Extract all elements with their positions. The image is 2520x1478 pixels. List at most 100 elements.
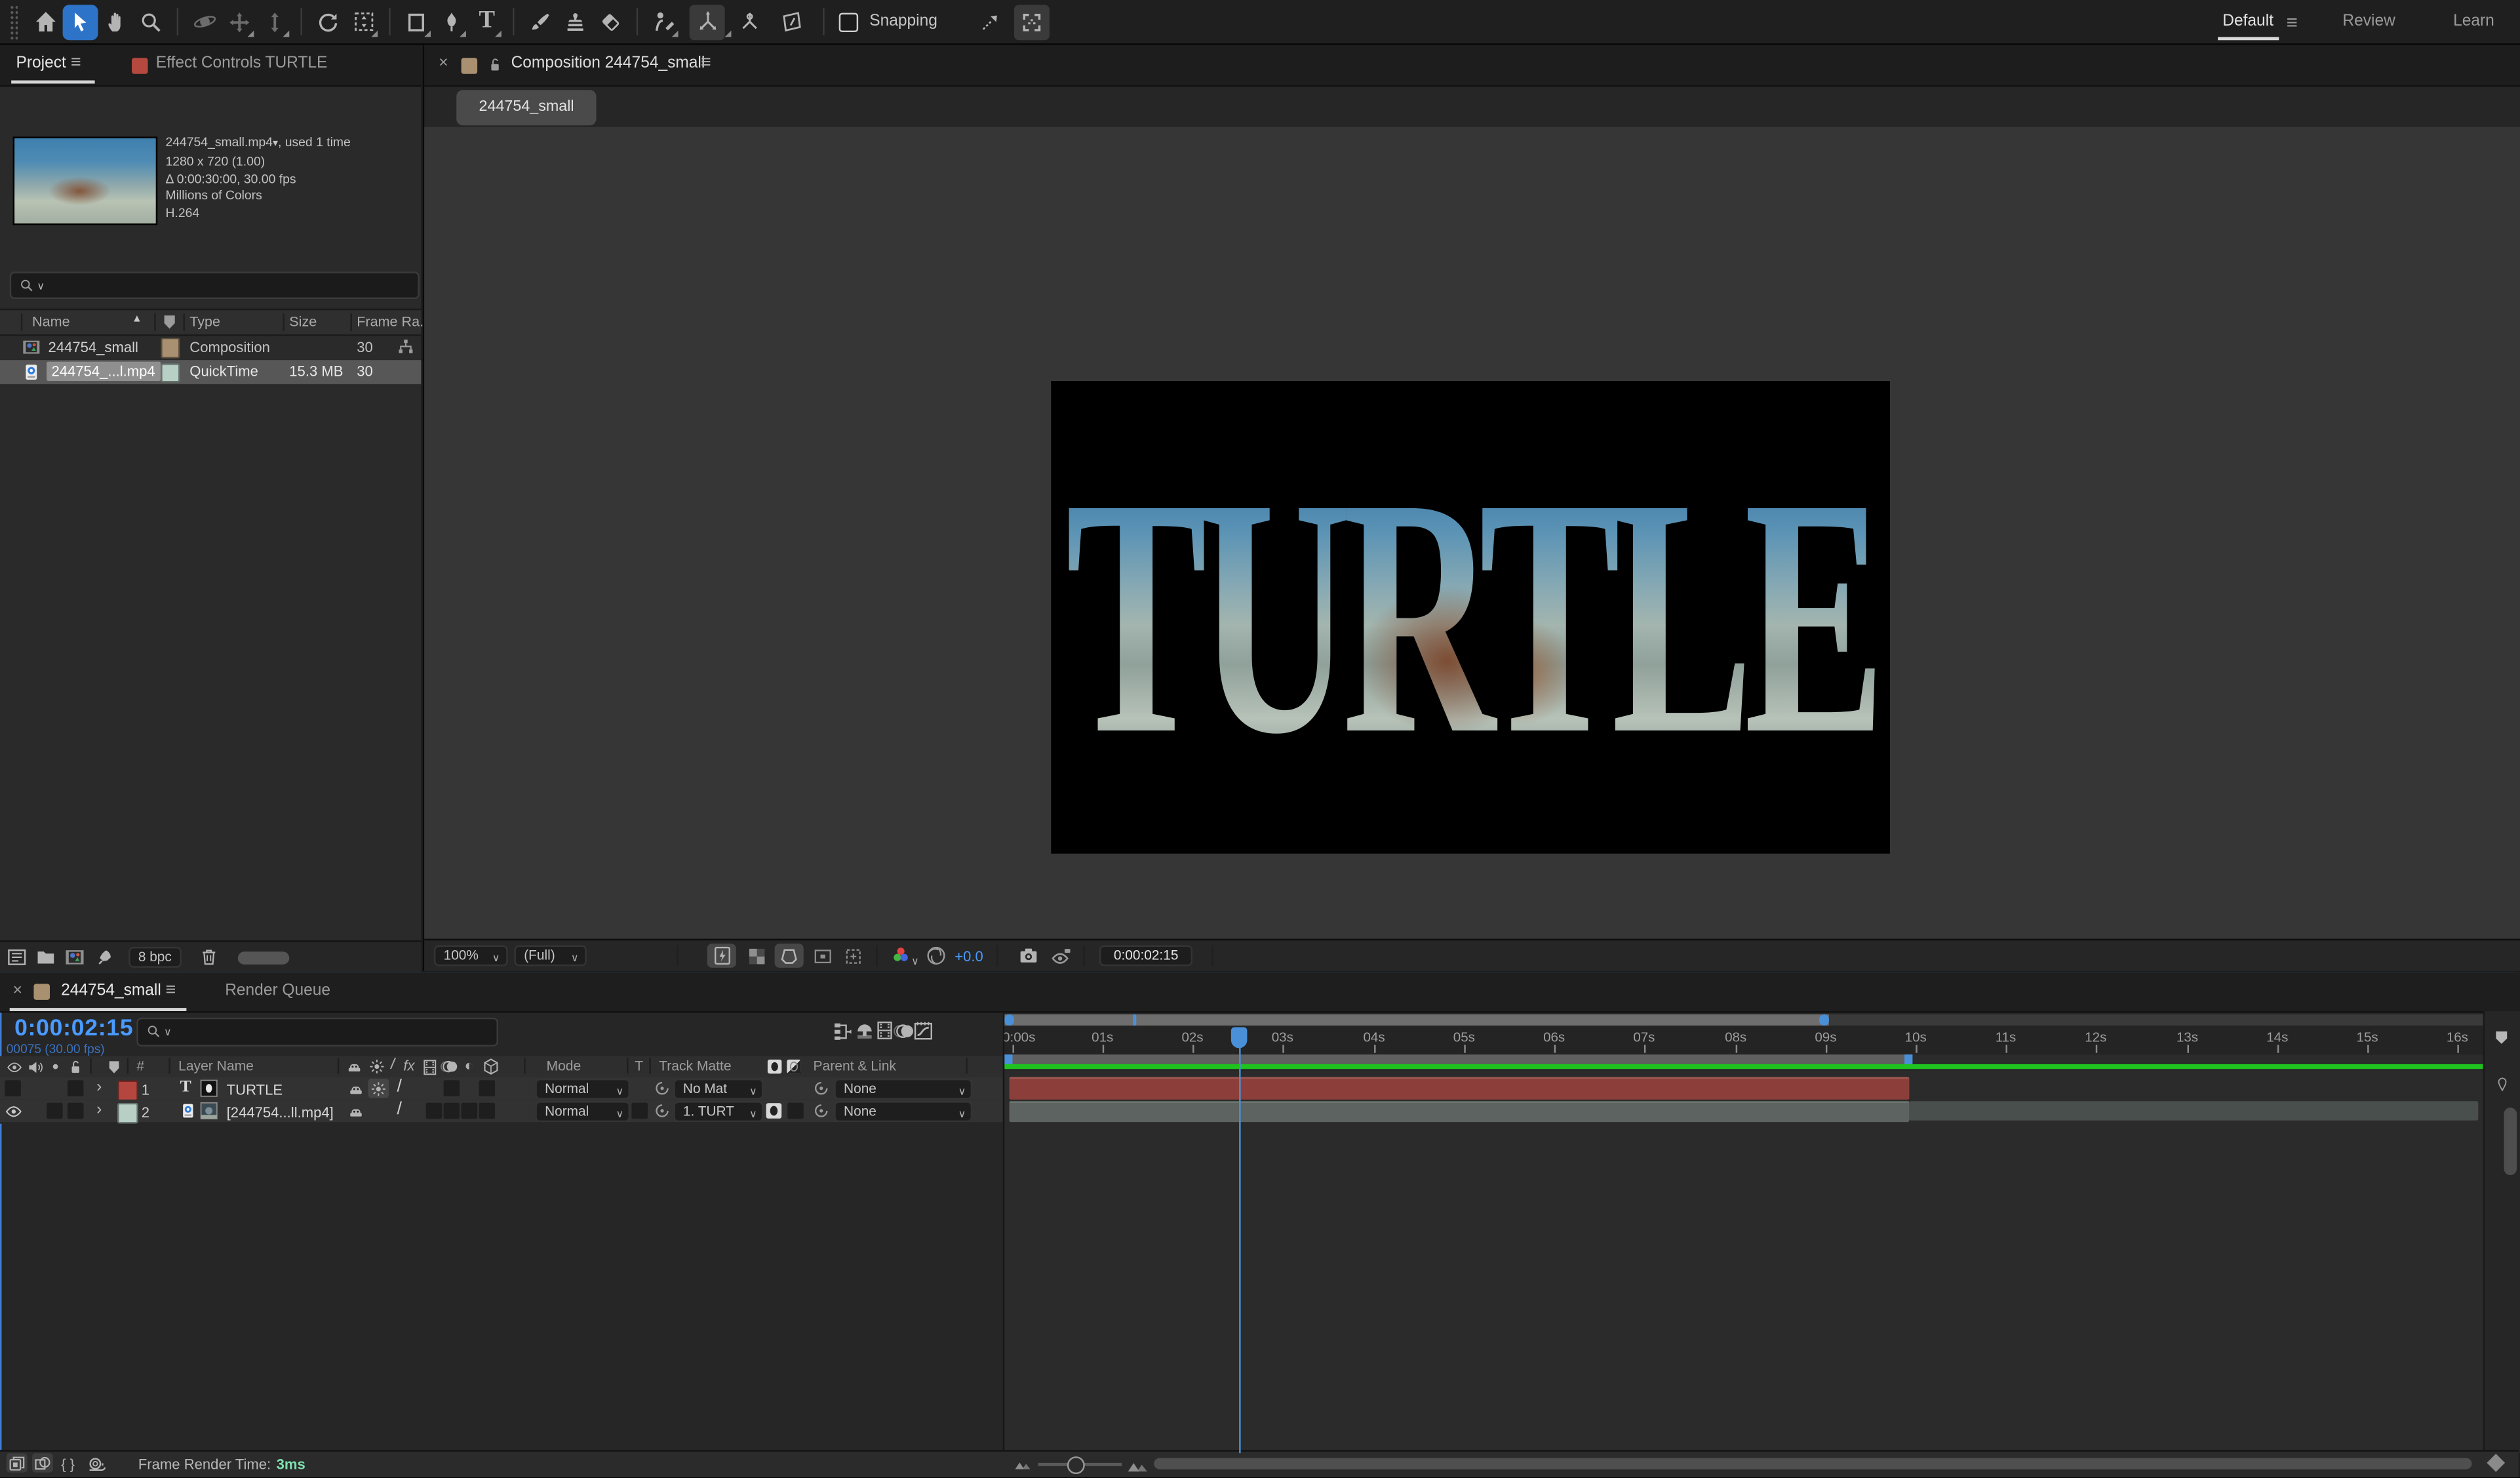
toolbar-grip[interactable]: [10, 4, 18, 39]
current-time-display[interactable]: 0:00:02:15: [14, 1015, 133, 1041]
zoom-in-mountains-icon[interactable]: [1127, 1452, 1149, 1475]
close-tab-icon[interactable]: ×: [439, 54, 448, 72]
footer-slider[interactable]: [238, 951, 289, 965]
column-frame-rate[interactable]: Frame Ra...: [357, 313, 431, 330]
take-snapshot-icon[interactable]: [1017, 945, 1040, 966]
layer-bar-footage-beyond-work-area[interactable]: [1909, 1100, 2478, 1121]
audio-column-speaker-icon[interactable]: [28, 1058, 44, 1075]
column-layer-name[interactable]: Layer Name: [178, 1058, 254, 1074]
blend-mode-dropdown[interactable]: Normal∨: [535, 1079, 630, 1100]
frame-blend-column-icon[interactable]: [421, 1057, 439, 1076]
world-axis-mode-button[interactable]: [731, 4, 766, 39]
graph-editor-icon[interactable]: [913, 1020, 934, 1041]
item-name[interactable]: 244754_small: [49, 338, 138, 355]
exposure-value[interactable]: +0.0: [955, 948, 983, 964]
column-number[interactable]: #: [136, 1058, 144, 1074]
tool-camera[interactable]: [345, 4, 381, 39]
new-folder-icon[interactable]: [35, 947, 56, 968]
label-color-swatch[interactable]: [161, 363, 180, 383]
close-tab-icon[interactable]: ×: [13, 982, 22, 999]
sort-ascending-icon[interactable]: ▲: [132, 313, 142, 325]
shy-column-icon[interactable]: [345, 1058, 363, 1075]
layer-bar-turtle[interactable]: [1010, 1077, 1910, 1099]
parent-link-dropdown[interactable]: None∨: [834, 1102, 972, 1123]
render-engine-icon[interactable]: [95, 948, 114, 967]
lock-toggle[interactable]: [68, 1080, 84, 1096]
label-column-tag-icon[interactable]: [161, 313, 178, 331]
matte-alpha-inverted-icon[interactable]: [786, 1057, 802, 1075]
tool-clone-stamp[interactable]: [558, 4, 593, 39]
tool-zoom[interactable]: [133, 4, 168, 39]
tool-orbit-camera[interactable]: [186, 4, 222, 39]
shy-toggle-icon[interactable]: [347, 1079, 365, 1097]
navigator-end-handle[interactable]: [1819, 1014, 1829, 1025]
vertical-scrollbar[interactable]: [2504, 1107, 2517, 1174]
adjustment-layer-column-icon[interactable]: ◐: [464, 1057, 473, 1075]
timeline-zoom-slider-knob[interactable]: [1067, 1456, 1085, 1473]
collapse-transforms-column-icon[interactable]: [368, 1058, 385, 1075]
workspace-default[interactable]: Default: [2222, 13, 2274, 31]
frame-blend-toggle[interactable]: [444, 1080, 460, 1096]
expand-arrow[interactable]: ›: [96, 1079, 102, 1096]
search-options-chevron-icon[interactable]: ∨: [37, 279, 45, 292]
layer-bar-footage[interactable]: [1010, 1100, 1910, 1122]
motion-blur-column-icon[interactable]: [441, 1058, 460, 1075]
snapping-checkbox[interactable]: [839, 12, 858, 31]
workspace-review[interactable]: Review: [2342, 13, 2395, 31]
tool-home[interactable]: [28, 4, 63, 39]
transparency-grid-icon[interactable]: [747, 946, 766, 965]
column-name[interactable]: Name: [32, 313, 70, 330]
tool-hand[interactable]: [98, 4, 134, 39]
timeline-panel-menu-icon[interactable]: ≡: [166, 980, 176, 999]
parent-pickwhip-icon[interactable]: [813, 1080, 829, 1096]
navigator-start-handle[interactable]: [1004, 1014, 1014, 1025]
tool-type[interactable]: T: [469, 4, 505, 39]
comp-marker-icon[interactable]: [2494, 1075, 2511, 1092]
column-preserve-transparency[interactable]: T: [635, 1058, 643, 1074]
column-parent-link[interactable]: Parent & Link: [813, 1058, 896, 1074]
tool-selection[interactable]: [63, 4, 98, 39]
tool-brush[interactable]: [522, 4, 558, 39]
view-axis-mode-button[interactable]: [773, 4, 808, 39]
label-column-tag-icon[interactable]: [106, 1058, 123, 1075]
tool-pen[interactable]: [434, 4, 469, 39]
column-type[interactable]: Type: [189, 313, 220, 330]
tool-rectangle[interactable]: [399, 4, 434, 39]
project-row-composition[interactable]: 244754_small Composition 30: [0, 334, 421, 359]
video-toggle-eye-icon[interactable]: [5, 1102, 22, 1120]
expand-arrow[interactable]: ›: [96, 1102, 102, 1119]
work-area-end-handle[interactable]: [1904, 1054, 1912, 1064]
lock-toggle[interactable]: [68, 1103, 84, 1119]
quality-column-icon[interactable]: /: [389, 1055, 397, 1073]
column-track-matte[interactable]: Track Matte: [659, 1058, 731, 1074]
expand-in-out-panes-button[interactable]: [7, 1454, 28, 1473]
tool-rotation[interactable]: [310, 4, 345, 39]
tab-composition[interactable]: Composition 244754_small: [511, 54, 705, 72]
effects-column-fx-icon[interactable]: fx: [403, 1057, 414, 1073]
tool-dolly-camera[interactable]: [257, 4, 292, 39]
composition-frame[interactable]: TURTLE: [1051, 381, 1890, 854]
project-row-footage[interactable]: 244754_...l.mp4 QuickTime 15.3 MB 30: [0, 359, 421, 384]
tab-render-queue[interactable]: Render Queue: [225, 982, 330, 999]
bit-depth-button[interactable]: 8 bpc: [128, 946, 181, 967]
track-matte-dropdown[interactable]: 1. TURT∨: [673, 1102, 763, 1123]
motion-blur-toggle[interactable]: [479, 1080, 496, 1096]
tab-effect-controls[interactable]: Effect Controls TURTLE: [156, 54, 328, 72]
threed-column-cube-icon[interactable]: [482, 1058, 500, 1075]
render-time-pane-button[interactable]: [32, 1454, 53, 1473]
track-matte-dropdown[interactable]: No Mat∨: [673, 1079, 763, 1100]
layer-name[interactable]: [244754...ll.mp4]: [227, 1104, 334, 1120]
shy-toggle-icon[interactable]: [347, 1102, 365, 1120]
blend-mode-dropdown[interactable]: Normal∨: [535, 1102, 630, 1123]
local-axis-mode-button[interactable]: [690, 4, 725, 39]
workspace-menu-icon[interactable]: ≡: [2287, 10, 2298, 33]
label-color-swatch[interactable]: [161, 338, 180, 358]
project-panel-menu-icon[interactable]: ≡: [71, 53, 81, 72]
threed-toggle[interactable]: [479, 1103, 496, 1119]
track-matte-pickwhip-icon[interactable]: [654, 1103, 671, 1119]
mask-visibility-button[interactable]: [775, 944, 804, 968]
tool-roto-brush[interactable]: [646, 4, 682, 39]
timeline-search-input[interactable]: ∨: [136, 1017, 498, 1046]
workspace-learn[interactable]: Learn: [2453, 13, 2494, 31]
lock-column-icon[interactable]: [68, 1058, 84, 1075]
